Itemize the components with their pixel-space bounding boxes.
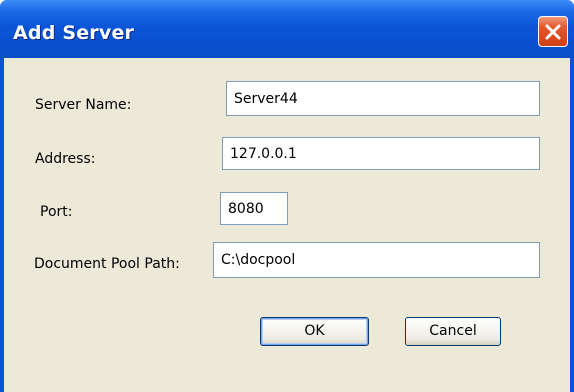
port-field[interactable] [220, 192, 288, 225]
address-label: Address: [35, 151, 96, 167]
address-field[interactable] [222, 137, 540, 170]
add-server-dialog: Add Server Server Name: Address: Port: D… [0, 0, 574, 392]
title-bar[interactable]: Add Server [0, 0, 574, 58]
server-name-field[interactable] [226, 81, 540, 116]
ok-button[interactable]: OK [260, 317, 369, 346]
document-pool-path-field[interactable] [213, 242, 540, 278]
server-name-label: Server Name: [35, 97, 132, 113]
close-icon [545, 24, 561, 40]
cancel-button[interactable]: Cancel [405, 317, 501, 346]
dialog-title: Add Server [13, 22, 135, 44]
port-label: Port: [40, 204, 73, 220]
close-button[interactable] [538, 16, 568, 47]
document-pool-path-label: Document Pool Path: [34, 256, 180, 272]
dialog-body: Server Name: Address: Port: Document Poo… [4, 58, 570, 392]
